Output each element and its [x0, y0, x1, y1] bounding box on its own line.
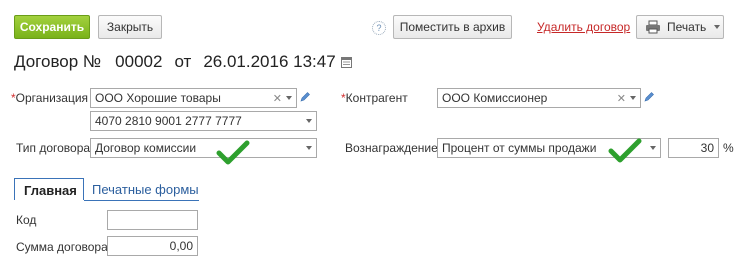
archive-button[interactable]: Поместить в архив [393, 15, 512, 39]
contract-type-label-text: Тип договора [16, 141, 91, 155]
reward-percent-input[interactable]: 30 [668, 138, 719, 158]
chevron-down-icon [714, 25, 721, 29]
tab-strip-line [84, 200, 199, 201]
contract-type-value: Договор комиссии [95, 141, 197, 155]
pencil-icon[interactable] [643, 91, 655, 103]
organization-select[interactable]: ООО Хорошие товары ✕ [90, 88, 297, 108]
clear-icon[interactable]: ✕ [617, 92, 626, 105]
contract-sum-label: Сумма договора [16, 240, 108, 254]
chevron-down-icon [286, 96, 292, 100]
tab-main-label: Главная [24, 183, 77, 198]
reward-label: Вознаграждение [345, 141, 438, 155]
organization-label: *Организация [11, 91, 88, 105]
print-button[interactable]: Печать [636, 15, 724, 39]
organization-label-text: Организация [15, 91, 89, 105]
doc-datetime: 26.01.2016 13:47 [203, 52, 336, 71]
checkmark-icon [216, 140, 250, 165]
print-button-label: Печать [667, 20, 707, 34]
calendar-icon[interactable] [340, 56, 352, 68]
clear-icon[interactable]: ✕ [273, 92, 282, 105]
chevron-down-icon [650, 146, 656, 150]
bank-account-value: 4070 2810 9001 2777 7777 [95, 114, 242, 128]
pencil-icon[interactable] [299, 91, 311, 103]
contract-type-label: Тип договора [16, 141, 90, 155]
archive-button-label: Поместить в архив [399, 20, 506, 34]
title-from-label: от [174, 52, 192, 71]
doc-number: 00002 [115, 52, 163, 71]
tab-main[interactable]: Главная [14, 178, 84, 200]
bank-account-select[interactable]: 4070 2810 9001 2777 7777 [90, 111, 317, 131]
counterparty-label: *Контрагент [341, 91, 408, 105]
percent-unit: % [723, 141, 734, 155]
page-title: Договор № 00002 от 26.01.2016 13:47 [14, 52, 352, 72]
save-button[interactable]: Сохранить [14, 15, 90, 39]
delete-contract-link[interactable]: Удалить договор [537, 20, 630, 34]
chevron-down-icon [306, 119, 312, 123]
contract-type-select[interactable]: Договор комиссии [90, 138, 317, 158]
organization-value: ООО Хорошие товары [95, 91, 221, 105]
code-label: Код [16, 213, 37, 227]
printer-icon [646, 20, 660, 34]
save-button-label: Сохранить [19, 20, 85, 34]
counterparty-select[interactable]: ООО Комиссионер ✕ [437, 88, 641, 108]
chevron-down-icon [306, 146, 312, 150]
code-input[interactable] [107, 210, 198, 230]
contract-sum-input[interactable]: 0,00 [107, 236, 198, 256]
close-button-label: Закрыть [106, 20, 154, 34]
counterparty-label-text: Контрагент [345, 91, 408, 105]
reward-percent-value: 30 [700, 141, 714, 155]
close-button[interactable]: Закрыть [98, 15, 162, 39]
reward-label-text: Вознаграждение [345, 141, 438, 155]
title-doc-label: Договор № [14, 52, 102, 71]
chevron-down-icon [630, 96, 636, 100]
contract-sum-value: 0,00 [169, 239, 193, 253]
checkmark-icon [608, 138, 642, 163]
counterparty-value: ООО Комиссионер [442, 91, 548, 105]
tab-print-forms[interactable]: Печатные формы [92, 182, 199, 197]
help-icon[interactable]: ? [372, 21, 386, 35]
help-icon-glyph: ? [376, 23, 382, 33]
